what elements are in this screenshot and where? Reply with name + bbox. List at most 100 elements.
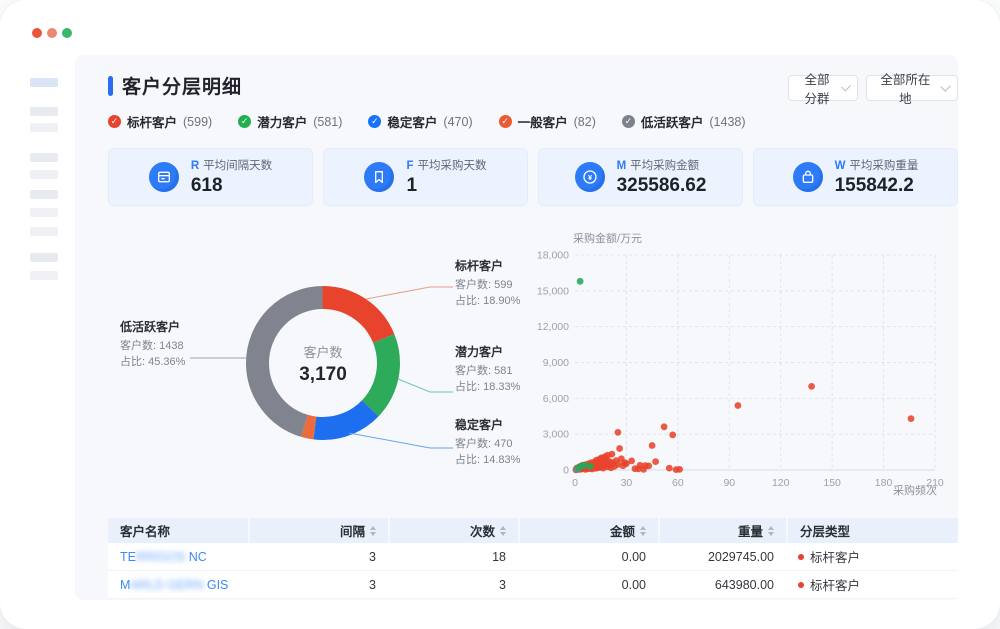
customer-name-link[interactable]: MARLD GERN GIS [120,578,228,592]
check-circle-icon: ✓ [622,115,635,128]
column-header-间隔[interactable]: 间隔 [248,518,388,543]
chevron-down-icon [940,81,951,92]
location-filter-dropdown[interactable]: 全部所在地 [866,75,958,101]
window-maximize-dot[interactable] [62,28,72,38]
column-header-label: 客户名称 [120,521,170,540]
location-filter-label: 全部所在地 [877,69,934,107]
sidebar-skeleton-bar [30,208,58,217]
legend-count: (1438) [709,115,745,129]
scatter-point-标杆客户 [666,465,673,472]
sidebar-skeleton-bar [30,107,58,116]
donut-callout-line [349,433,453,448]
scatter-point-标杆客户 [649,442,656,449]
x-tick-label: 60 [672,477,684,489]
check-circle-icon: ✓ [499,115,512,128]
customer-name-text: NC [185,550,207,564]
x-tick-label: 150 [823,477,841,489]
x-axis-title: 采购频次 [893,483,937,497]
sort-icon[interactable] [640,526,646,536]
sort-icon[interactable] [370,526,376,536]
segment-dot-icon [798,554,804,560]
sidebar-skeleton-bar [30,271,58,280]
legend-label: 稳定客户 [387,112,437,131]
scatter-point-标杆客户 [676,466,683,473]
check-circle-icon: ✓ [108,115,121,128]
scatter-point-标杆客户 [628,458,635,465]
column-header-金额[interactable]: 金额 [518,518,658,543]
scatter-point-标杆客户 [645,463,652,470]
sort-icon[interactable] [768,526,774,536]
cell-segment: 标杆客户 [786,571,958,598]
donut-callout-line [366,287,453,299]
scatter-point-标杆客户 [669,432,676,439]
customer-table: 客户名称间隔次数金额重量分层类型 TERRIGOS NC3180.0020297… [108,518,958,599]
donut-callout-稳定客户: 稳定客户客户数: 470占比: 14.83% [455,416,520,468]
segment-dot-icon [798,582,804,588]
y-tick-label: 3,000 [543,429,569,441]
cell-amount: 0.00 [518,543,658,570]
column-header-客户名称: 客户名称 [108,518,248,543]
cell-segment: 标杆客户 [786,543,958,570]
legend-item-一般客户[interactable]: ✓ 一般客户 (82) [499,112,596,131]
column-header-label: 间隔 [340,521,365,540]
column-header-次数[interactable]: 次数 [388,518,518,543]
cell-times: 18 [388,543,518,570]
chevron-down-icon [841,82,851,92]
legend-label: 潜力客户 [257,112,307,131]
y-tick-label: 18,000 [537,250,569,262]
cell-times: 3 [388,571,518,598]
segment-group-filter-dropdown[interactable]: 全部分群 [788,75,858,101]
legend-label: 一般客户 [518,112,568,131]
redacted-text: ARLD [130,578,163,592]
x-tick-label: 180 [875,477,893,489]
customer-table-body: TERRIGOS NC 3180.002029745.00标杆客户 MARLD GE… [108,543,958,599]
callout-percent: 占比: 18.33% [455,379,520,395]
callout-count: 客户数: 1438 [120,338,185,354]
window-minimize-dot[interactable] [47,28,57,38]
donut-center-label: 客户数 3,170 [263,342,383,386]
legend-item-潜力客户[interactable]: ✓潜力客户(581) [238,112,342,131]
sidebar-skeleton-bar [30,227,58,236]
donut-callout-潜力客户: 潜力客户客户数: 581占比: 18.33% [455,343,520,395]
legend-label: 低活跃客户 [641,112,704,131]
y-tick-label: 6,000 [543,393,569,405]
y-tick-label: 15,000 [537,285,569,297]
svg-text:¥: ¥ [588,173,593,182]
cell-weight: 2029745.00 [658,543,786,570]
callout-count: 客户数: 581 [455,363,520,379]
customer-name-text: GIS [203,578,228,592]
legend-item-标杆客户[interactable]: ✓标杆客户(599) [108,112,212,131]
donut-center-value: 3,170 [263,364,383,386]
legend-item-稳定客户[interactable]: ✓稳定客户(470) [368,112,472,131]
stat-card-value: 325586.62 [617,175,707,197]
stat-card-M: ¥M平均采购金额325586.62 [538,148,743,206]
check-circle-icon: ✓ [238,115,251,128]
y-tick-label: 12,000 [537,321,569,333]
stat-card-label: R平均间隔天数 [191,157,272,173]
scatter-point-标杆客户 [652,458,659,465]
callout-percent: 占比: 18.90% [455,293,520,309]
sidebar-skeleton-bar [30,253,58,262]
table-row: TERRIGOS NC 3180.002029745.00标杆客户 [108,543,958,571]
callout-count: 客户数: 599 [455,277,520,293]
callout-title: 潜力客户 [455,343,520,360]
column-header-重量[interactable]: 重量 [658,518,786,543]
legend-label: 标杆客户 [127,112,177,131]
window-close-dot[interactable] [32,28,42,38]
donut-callout-低活跃客户: 低活跃客户客户数: 1438占比: 45.36% [120,318,185,370]
scatter-point-标杆客户 [661,423,668,430]
stat-card-value: 1 [406,175,486,197]
app-window: 客户分层明细 全部分群 全部所在地 ✓标杆客户(599)✓潜力客户(581)✓稳… [0,0,1000,629]
scatter-point-标杆客户 [616,445,623,452]
legend-item-低活跃客户[interactable]: ✓ 低活跃客户 (1438) [622,112,746,131]
legend-count: (82) [574,115,596,129]
scatter-point-潜力客户 [577,278,584,285]
callout-title: 稳定客户 [455,416,520,433]
sort-icon[interactable] [500,526,506,536]
customer-name-link[interactable]: TERRIGOS NC [120,550,207,564]
cell-interval: 3 [248,543,388,570]
callout-percent: 占比: 14.83% [455,452,520,468]
yuan-coin-icon: ¥ [575,162,605,192]
callout-title: 标杆客户 [455,257,520,274]
weight-bag-icon [793,162,823,192]
